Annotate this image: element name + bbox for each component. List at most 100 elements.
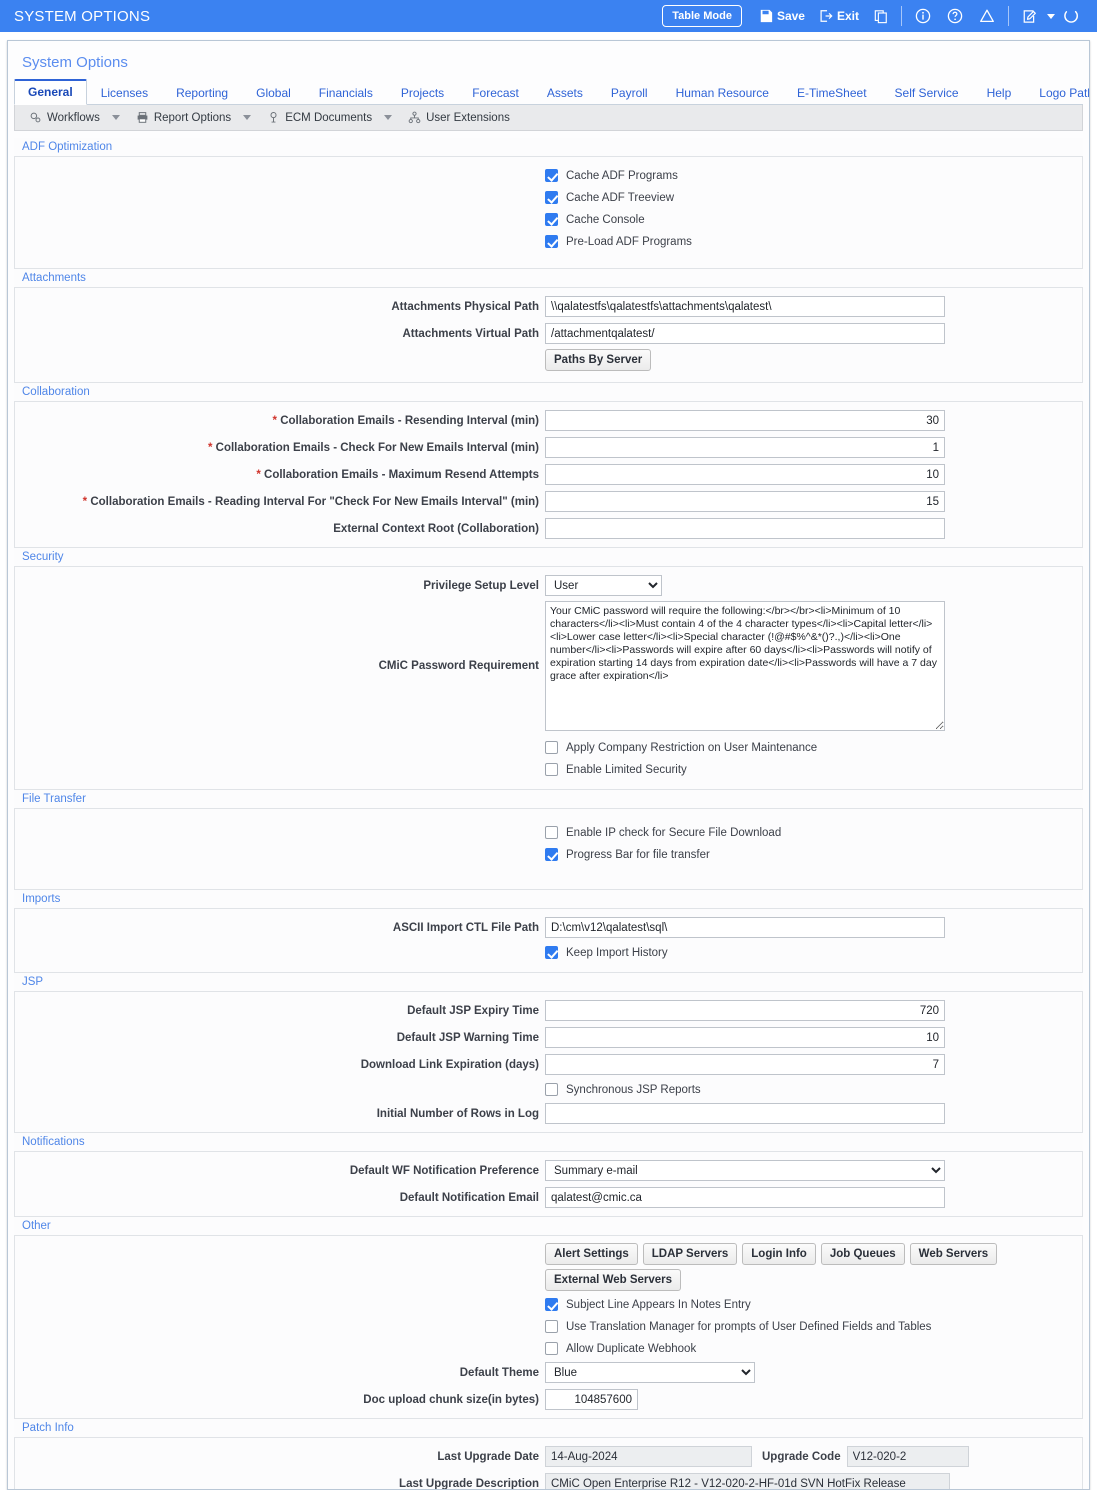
save-button[interactable]: Save [752,6,812,26]
tab-general[interactable]: General [14,79,87,105]
cache-adf-programs-checkbox[interactable] [545,169,558,182]
ldap-servers-button[interactable]: LDAP Servers [643,1243,738,1265]
external-context-root-label: External Context Root (Collaboration) [15,522,545,536]
tab-global[interactable]: Global [242,81,305,105]
tab-licenses[interactable]: Licenses [87,81,162,105]
paths-by-server-button[interactable]: Paths By Server [545,349,651,371]
row-attachments-physical-path: Attachments Physical Path [15,295,1082,318]
cache-adf-treeview-checkbox[interactable] [545,191,558,204]
checkbox-row-keep-import-history[interactable]: Keep Import History [15,943,1082,962]
last-upgrade-description-input [545,1473,950,1490]
refresh-button[interactable] [1055,5,1087,27]
checkbox-row-synchronous-jsp-reports[interactable]: Synchronous JSP Reports [15,1080,1082,1099]
checkbox-row-enable-ip-check[interactable]: Enable IP check for Secure File Download [15,823,1082,842]
keep-import-history-checkbox[interactable] [545,946,558,959]
upgrade-code-input [847,1446,969,1467]
table-mode-button[interactable]: Table Mode [662,5,742,27]
checkbox-row-progress-bar[interactable]: Progress Bar for file transfer [15,845,1082,864]
checkbox-row-cache-adf-treeview[interactable]: Cache ADF Treeview [15,188,1082,207]
tab-payroll[interactable]: Payroll [597,81,662,105]
subject-line-notes-checkbox[interactable] [545,1298,558,1311]
checkbox-row-enable-limited-security[interactable]: Enable Limited Security [15,760,1082,779]
tab-projects[interactable]: Projects [387,81,458,105]
default-jsp-expiry-time-input[interactable] [545,1000,945,1021]
collab-max-resend-input[interactable] [545,464,945,485]
translation-manager-checkbox[interactable] [545,1320,558,1333]
notes-button[interactable] [1014,6,1045,27]
checkbox-row-allow-duplicate-webhook[interactable]: Allow Duplicate Webhook [15,1339,1082,1358]
ecm-documents-chevron-down-icon[interactable] [384,115,392,120]
external-context-root-input[interactable] [545,518,945,539]
tab-forecast[interactable]: Forecast [458,81,533,105]
enable-limited-security-checkbox[interactable] [545,763,558,776]
job-queues-button[interactable]: Job Queues [821,1243,905,1265]
ecm-documents-label: ECM Documents [285,112,372,124]
progress-bar-checkbox[interactable] [545,848,558,861]
default-jsp-warning-time-input[interactable] [545,1027,945,1048]
report-options-menu[interactable]: Report Options [130,109,237,126]
report-options-chevron-down-icon[interactable] [243,115,251,120]
workflows-menu[interactable]: Workflows [23,109,106,126]
user-extensions-menu[interactable]: User Extensions [402,109,516,126]
collab-resending-interval-input[interactable] [545,410,945,431]
privilege-setup-level-select[interactable]: User [545,575,662,596]
collab-reading-interval-input[interactable] [545,491,945,512]
copy-icon [874,9,888,24]
enable-ip-check-checkbox[interactable] [545,826,558,839]
warning-button[interactable] [971,5,1003,27]
login-info-button[interactable]: Login Info [742,1243,816,1265]
checkbox-row-translation-manager[interactable]: Use Translation Manager for prompts of U… [15,1317,1082,1336]
attachments-virtual-path-input[interactable] [545,323,945,344]
checkbox-row-cache-adf-programs[interactable]: Cache ADF Programs [15,166,1082,185]
user-extensions-icon [408,111,421,124]
workflows-chevron-down-icon[interactable] [112,115,120,120]
row-collab-max-resend: * Collaboration Emails - Maximum Resend … [15,463,1082,486]
tab-reporting[interactable]: Reporting [162,81,242,105]
preload-adf-programs-checkbox[interactable] [545,235,558,248]
help-icon [947,8,963,24]
checkbox-row-cache-console[interactable]: Cache Console [15,210,1082,229]
tab-help[interactable]: Help [973,81,1026,105]
initial-rows-in-log-input[interactable] [545,1103,945,1124]
chevron-down-icon[interactable] [1047,14,1055,19]
cache-console-checkbox[interactable] [545,213,558,226]
synchronous-jsp-reports-checkbox[interactable] [545,1083,558,1096]
allow-duplicate-webhook-checkbox[interactable] [545,1342,558,1355]
info-button[interactable] [907,5,939,27]
tab-assets[interactable]: Assets [533,81,597,105]
download-link-expiration-input[interactable] [545,1054,945,1075]
tab-financials[interactable]: Financials [305,81,387,105]
progress-bar-label: Progress Bar for file transfer [566,849,710,861]
copy-button[interactable] [866,6,896,27]
checkbox-row-preload-adf-programs[interactable]: Pre-Load ADF Programs [15,232,1082,251]
checkbox-row-subject-line-notes[interactable]: Subject Line Appears In Notes Entry [15,1295,1082,1314]
alert-settings-button[interactable]: Alert Settings [545,1243,638,1265]
tab-e-timesheet[interactable]: E-TimeSheet [783,81,881,105]
doc-upload-chunk-size-input[interactable] [545,1389,638,1410]
ascii-import-ctl-path-input[interactable] [545,917,945,938]
external-web-servers-button[interactable]: External Web Servers [545,1269,681,1291]
tab-human-resource[interactable]: Human Resource [662,81,783,105]
tab-logo-path[interactable]: Logo Path [1025,81,1090,105]
apply-company-restriction-checkbox[interactable] [545,741,558,754]
tab-self-service[interactable]: Self Service [881,81,973,105]
collab-check-new-emails-input[interactable] [545,437,945,458]
default-theme-label: Default Theme [15,1366,545,1380]
checkbox-row-apply-company-restriction[interactable]: Apply Company Restriction on User Mainte… [15,738,1082,757]
exit-button[interactable]: Exit [812,6,866,26]
section-security: Privilege Setup Level User CMiC Password… [14,566,1083,790]
attachments-physical-path-label: Attachments Physical Path [15,300,545,314]
default-notification-email-input[interactable] [545,1187,945,1208]
attachments-physical-path-input[interactable] [545,296,945,317]
default-wf-notification-preference-select[interactable]: Summary e-mail [545,1160,945,1181]
attachments-virtual-path-label: Attachments Virtual Path [15,327,545,341]
ecm-documents-menu[interactable]: ECM Documents [261,109,378,126]
cmic-password-requirement-textarea[interactable]: Your CMiC password will require the foll… [545,601,945,731]
default-theme-select[interactable]: Blue [545,1362,755,1383]
section-file-transfer: Enable IP check for Secure File Download… [14,808,1083,890]
section-imports: ASCII Import CTL File Path Keep Import H… [14,908,1083,973]
section-label-other: Other [14,1217,1083,1235]
web-servers-button[interactable]: Web Servers [910,1243,997,1265]
collab-reading-interval-label: * Collaboration Emails - Reading Interva… [15,495,545,509]
help-button[interactable] [939,5,971,27]
